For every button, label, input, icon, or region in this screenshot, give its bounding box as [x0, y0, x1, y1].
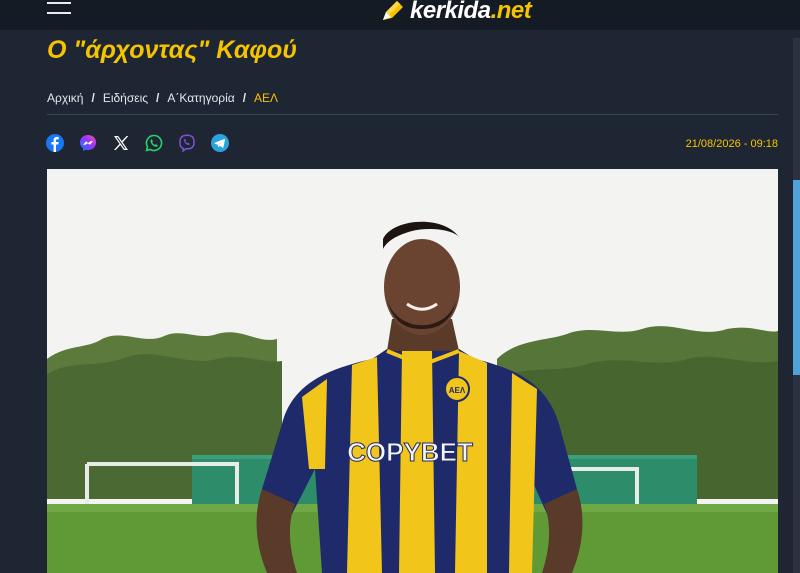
article-date: 21/08/2026 - 09:18: [685, 138, 778, 150]
article-photo: AEΛ COPYBET: [47, 169, 778, 573]
breadcrumb-separator: /: [156, 91, 160, 105]
share-bar: [46, 134, 229, 152]
side-panel-strip: [793, 38, 800, 573]
logo-suffix-text: .net: [490, 0, 532, 24]
site-logo[interactable]: kerkida.net: [380, 0, 532, 26]
facebook-icon[interactable]: [46, 134, 64, 152]
telegram-icon[interactable]: [211, 134, 229, 152]
logo-main-text: kerkida: [410, 0, 491, 24]
hamburger-icon[interactable]: [47, 2, 71, 16]
breadcrumb-team[interactable]: ΑΕΛ: [254, 91, 278, 105]
breadcrumb-home[interactable]: Αρχική: [47, 91, 83, 105]
article-title: Ο "άρχοντας" Καφού: [47, 36, 297, 64]
logo-pen-icon: [383, 1, 403, 20]
breadcrumb-separator: /: [242, 91, 247, 105]
top-bar: kerkida.net: [0, 0, 800, 30]
breadcrumb: Αρχική / Ειδήσεις / Α΄Κατηγορία / ΑΕΛ: [47, 91, 278, 105]
shirt-sponsor: COPYBET: [347, 437, 473, 467]
breadcrumb-category[interactable]: Α΄Κατηγορία: [167, 91, 234, 105]
divider: [47, 114, 778, 115]
crest-text: AEΛ: [449, 386, 466, 395]
side-ad-strip[interactable]: [793, 180, 800, 375]
x-icon[interactable]: [112, 134, 130, 152]
viber-icon[interactable]: [178, 134, 196, 152]
whatsapp-icon[interactable]: [145, 134, 163, 152]
messenger-icon[interactable]: [79, 134, 97, 152]
player-photo: AEΛ COPYBET: [47, 169, 778, 573]
breadcrumb-separator: /: [91, 91, 95, 105]
breadcrumb-news[interactable]: Ειδήσεις: [103, 91, 148, 105]
